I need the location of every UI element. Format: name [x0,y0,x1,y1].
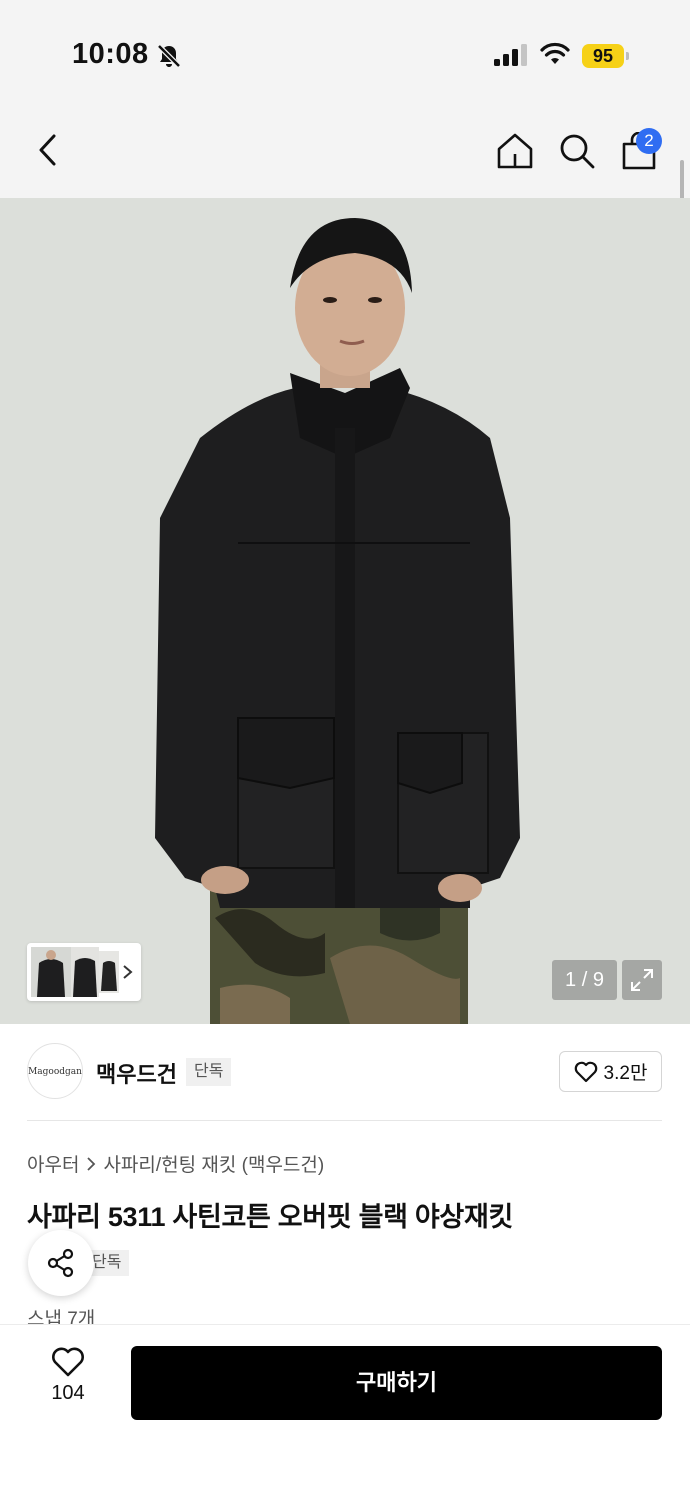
heart-icon [574,1061,597,1082]
cart-count-badge: 2 [636,128,662,154]
top-navigation [0,100,690,198]
chevron-right-icon [87,1156,96,1171]
buy-button[interactable]: 구매하기 [131,1346,662,1420]
bell-muted-icon [157,44,181,68]
search-button[interactable] [556,130,598,172]
brand-logo-text: Magoodgan [28,1067,82,1077]
brand-name[interactable]: 맥우드건 [96,1057,177,1089]
chevron-left-icon [39,134,56,166]
status-bar: 10:08 95 [0,0,690,100]
battery-level: 95 [582,44,624,68]
share-button[interactable] [28,1230,94,1296]
exclusive-tag: 단독 [186,1058,232,1086]
divider [27,1120,662,1121]
image-counter: 1 / 9 [552,960,617,1000]
expand-image-button[interactable] [622,960,662,1000]
search-icon [560,134,595,169]
breadcrumb-subcategory[interactable]: 사파리/헌팅 재킷 (맥우드건) [103,1150,324,1177]
wishlist-count: 104 [51,1382,85,1404]
home-icon [497,133,533,169]
brand-like-button[interactable]: 3.2만 [559,1051,662,1092]
brand-like-count: 3.2만 [603,1063,648,1084]
expand-icon [631,969,653,991]
breadcrumb: 아우터 사파리/헌팅 재킷 (맥우드건) [27,1150,324,1177]
battery-cap [626,52,629,60]
product-title: 사파리 5311 사틴코튼 오버핏 블랙 야상재킷 [27,1202,514,1232]
thumbnail-images [31,947,133,997]
snap-count[interactable]: 스냅 7개 [27,1304,95,1326]
brand-logo[interactable]: Magoodgan [27,1043,83,1099]
back-button[interactable] [28,130,68,170]
heart-icon [52,1347,84,1377]
battery-icon: 95 [582,44,630,68]
wishlist-button[interactable]: 104 [28,1346,108,1416]
thumbnail-strip[interactable] [27,943,141,1001]
model-photo [0,198,690,1024]
wifi-icon [540,42,570,64]
share-icon [47,1248,74,1278]
signal-icon [494,44,527,66]
product-image[interactable] [0,198,690,1024]
breadcrumb-category[interactable]: 아우터 [27,1150,79,1177]
status-time: 10:08 [72,38,149,70]
home-button[interactable] [494,130,536,172]
